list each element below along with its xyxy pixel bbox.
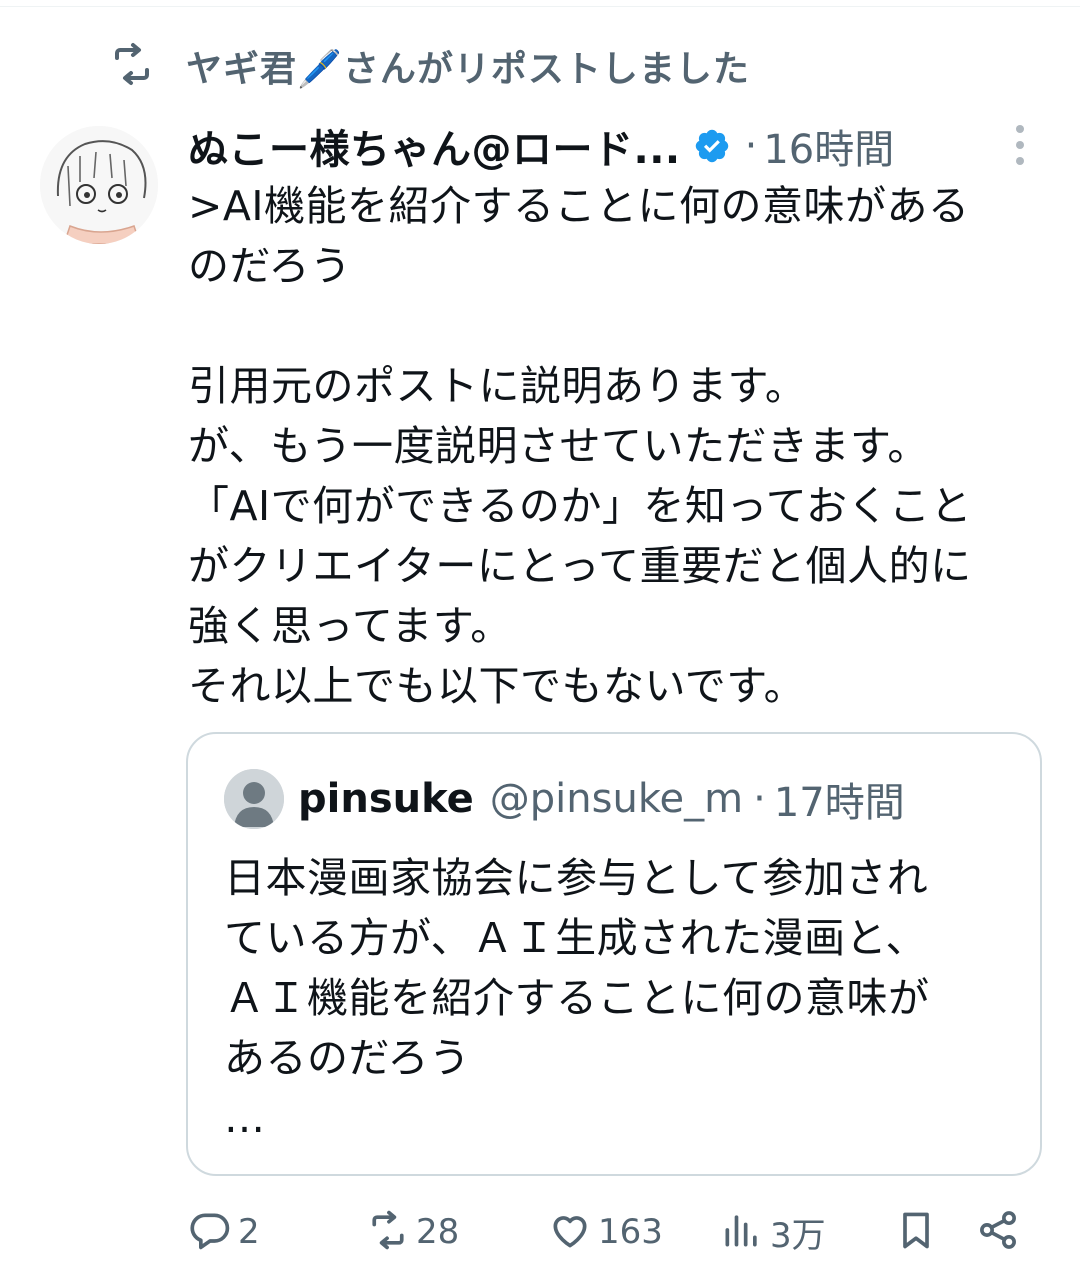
author-avatar[interactable] <box>40 126 158 244</box>
views-chart-icon <box>720 1208 764 1256</box>
quoted-post-header: pinsuke @pinsuke_m · 17時間 <box>224 768 905 830</box>
more-options-icon[interactable] <box>1000 120 1040 170</box>
quoted-author-name: pinsuke <box>298 776 474 822</box>
heart-icon <box>548 1208 592 1256</box>
bookmark-button[interactable] <box>894 1200 938 1264</box>
tweet-header: ぬこー様ちゃん@ロード... · 16時間 <box>188 118 1048 174</box>
repost-count: 28 <box>416 1212 460 1252</box>
repost-context[interactable]: ヤギ君🖊️さんがリポストしました <box>108 38 750 94</box>
reply-count: 2 <box>238 1212 260 1252</box>
quoted-header-separator: · <box>753 776 766 822</box>
like-button[interactable]: 163 <box>548 1200 663 1264</box>
repost-action-icon <box>366 1208 410 1256</box>
quoted-post-card[interactable]: pinsuke @pinsuke_m · 17時間 日本漫画家協会に参与として参… <box>186 732 1042 1176</box>
reply-button[interactable]: 2 <box>188 1200 260 1264</box>
repost-icon <box>108 40 156 92</box>
tweet-timestamp[interactable]: 16時間 <box>763 117 894 175</box>
tweet-text: >AI機能を紹介することに何の意味がある のだろう 引用元のポストに説明あります… <box>188 182 973 710</box>
reply-icon <box>188 1208 232 1256</box>
author-display-name[interactable]: ぬこー様ちゃん@ロード... <box>188 117 681 175</box>
share-icon <box>976 1208 1020 1256</box>
repost-label: ヤギ君🖊️さんがリポストしました <box>186 49 750 90</box>
quoted-post-text: 日本漫画家協会に参与として参加され ている方が、ＡＩ生成された漫画と、 ＡＩ機能… <box>224 854 930 1142</box>
like-count: 163 <box>598 1212 663 1252</box>
views-button[interactable]: 3万 <box>720 1200 826 1264</box>
bookmark-icon <box>894 1208 938 1256</box>
quoted-author-avatar <box>224 769 284 829</box>
share-button[interactable] <box>976 1200 1020 1264</box>
verified-badge-icon[interactable] <box>693 127 731 165</box>
top-divider <box>0 0 1080 7</box>
header-separator: · <box>744 123 758 169</box>
quoted-timestamp: 17時間 <box>773 780 905 826</box>
views-count: 3万 <box>770 1215 826 1256</box>
quoted-author-handle: @pinsuke_m <box>489 776 744 822</box>
repost-button[interactable]: 28 <box>366 1200 459 1264</box>
tweet-action-bar: 2 28 163 3万 <box>186 1200 1036 1264</box>
